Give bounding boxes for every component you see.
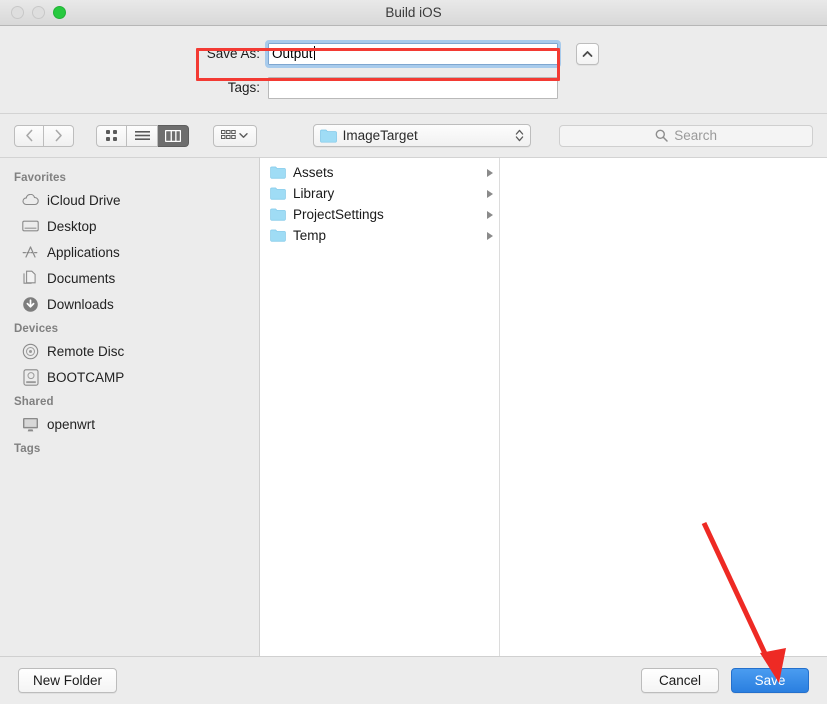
table-row[interactable]: Library [260,183,499,204]
save-as-row: Save As: Output [0,39,827,68]
sidebar-section-shared-title: Shared [14,396,54,408]
sidebar-item-icloud-drive[interactable]: iCloud Drive [0,187,259,213]
view-mode-segment [96,124,189,147]
tags-row: Tags: [0,74,827,101]
folder-icon [270,208,286,221]
downloads-icon [22,296,39,313]
browser-column-1: Assets Library ProjectSettings Temp [260,158,500,656]
folder-icon [270,187,286,200]
sidebar-item-label: iCloud Drive [47,192,121,208]
sidebar-section-devices-title: Devices [14,323,59,335]
dialog-body: Favorites iCloud Drive Desktop Applicati… [0,157,827,656]
footer-actions: Cancel Save [641,668,809,693]
chevron-down-icon [239,133,249,138]
dialog-footer: New Folder Cancel Save [0,656,827,704]
icloud-icon [22,192,39,209]
search-input[interactable]: Search [559,124,813,147]
desktop-icon [22,218,39,235]
sidebar-item-label: Documents [47,270,116,286]
navigation-segment [14,124,74,147]
disclosure-triangle-icon[interactable] [487,210,493,219]
location-label: ImageTarget [342,128,418,143]
folder-icon [319,129,337,143]
arrange-grid-icon [221,129,237,139]
browser-column-2 [500,158,827,656]
tags-field-wrap [268,76,558,99]
cancel-button[interactable]: Cancel [641,668,719,693]
tags-label: Tags: [227,80,260,95]
sidebar-item-downloads[interactable]: Downloads [0,291,259,317]
column-view-icon [165,129,181,142]
save-as-label: Save As: [206,46,260,61]
folder-icon [270,229,286,242]
up-down-stepper-icon [515,129,524,142]
save-as-value: Output [272,45,313,61]
chevron-up-icon [582,50,593,57]
save-button[interactable]: Save [731,668,809,693]
row-name: ProjectSettings [293,207,384,222]
sidebar: Favorites iCloud Drive Desktop Applicati… [0,157,260,656]
column-view-button[interactable] [158,124,189,147]
collapse-panel-button[interactable] [576,42,599,65]
table-row[interactable]: Temp [260,225,499,246]
arrange-by-button[interactable] [213,124,257,147]
sidebar-section-tags-title: Tags [14,443,41,455]
save-as-input[interactable]: Output [265,39,561,68]
documents-icon [22,270,39,287]
sidebar-item-label: Downloads [47,296,114,312]
icon-view-button[interactable] [96,124,127,147]
chevron-right-icon [55,129,62,142]
folder-icon [270,166,286,179]
text-caret [313,45,315,60]
row-name: Assets [293,165,334,180]
new-folder-button[interactable]: New Folder [18,668,118,693]
file-browser-toolbar: ImageTarget Search [0,113,827,157]
column-browser: Assets Library ProjectSettings Temp [260,157,827,656]
search-placeholder: Search [674,128,717,143]
search-icon [655,129,668,142]
disclosure-triangle-icon[interactable] [487,231,493,240]
sidebar-item-label: openwrt [47,416,96,432]
save-as-field-wrap: Output [265,39,599,68]
disclosure-triangle-icon[interactable] [487,168,493,177]
sidebar-item-desktop[interactable]: Desktop [0,213,259,239]
sidebar-item-label: BOOTCAMP [47,369,125,385]
disclosure-triangle-icon[interactable] [487,189,493,198]
sidebar-item-documents[interactable]: Documents [0,265,259,291]
icon-view-icon [106,130,117,141]
sidebar-item-openwrt[interactable]: openwrt [0,411,259,437]
location-popup-button[interactable]: ImageTarget [312,124,532,147]
applications-icon [22,244,39,261]
forward-button[interactable] [44,124,74,147]
sidebar-item-remote-disc[interactable]: Remote Disc [0,338,259,364]
row-name: Library [293,186,335,201]
list-view-icon [134,131,150,140]
close-button[interactable] [11,6,24,19]
disc-icon [22,343,39,360]
save-dialog-window: Build iOS Save As: Output Tags: ImageTar… [0,0,827,704]
tags-input[interactable] [268,76,558,99]
chevron-left-icon [25,129,32,142]
list-view-button[interactable] [127,124,158,147]
title-bar: Build iOS [0,0,827,26]
harddisk-icon [22,368,39,386]
window-title: Build iOS [385,5,442,20]
table-row[interactable]: Assets [260,162,499,183]
sidebar-item-label: Remote Disc [47,343,125,359]
display-icon [22,416,39,433]
sidebar-item-label: Applications [47,244,120,260]
sidebar-item-applications[interactable]: Applications [0,239,259,265]
sidebar-item-label: Desktop [47,218,97,234]
sidebar-section-favorites-title: Favorites [14,172,67,184]
back-button[interactable] [14,124,44,147]
zoom-button[interactable] [53,6,66,19]
sidebar-item-bootcamp[interactable]: BOOTCAMP [0,364,259,390]
minimize-button[interactable] [32,6,45,19]
row-name: Temp [293,228,327,243]
table-row[interactable]: ProjectSettings [260,204,499,225]
traffic-lights [11,6,66,19]
save-form: Save As: Output Tags: [0,26,827,113]
